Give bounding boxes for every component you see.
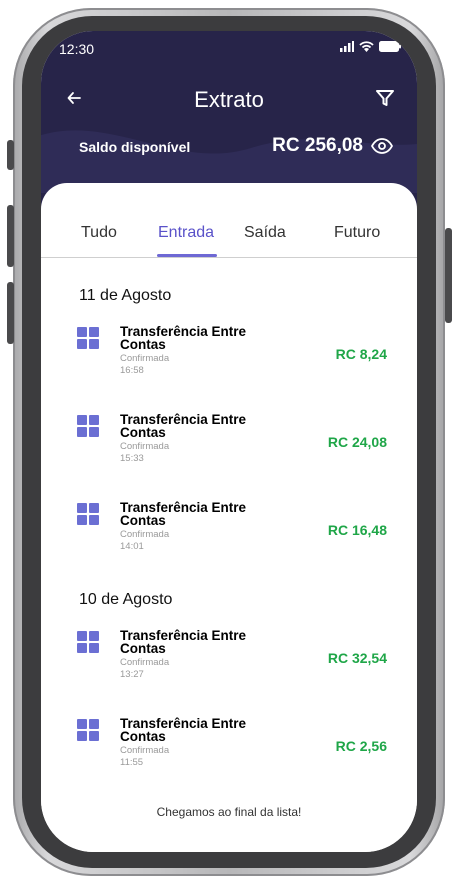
end-of-list-message: Chegamos ao final da lista! xyxy=(156,805,302,819)
transaction-status: Confirmada xyxy=(120,657,170,668)
filter-icon xyxy=(376,90,394,106)
side-button-power xyxy=(445,228,452,323)
side-button-mute xyxy=(7,140,14,170)
tab-saida[interactable]: Saída xyxy=(244,224,286,242)
transaction-title: Transferência Entre Contas xyxy=(120,628,247,656)
transaction-title: Transferência Entre Contas xyxy=(120,324,247,352)
transaction-amount: RC 32,54 xyxy=(327,650,387,666)
transfer-icon xyxy=(77,503,99,525)
side-button-volume-down xyxy=(7,282,14,344)
transaction-item[interactable]: Transferência Entre Contas Confirmada 14… xyxy=(77,501,387,561)
active-tab-indicator xyxy=(157,254,217,257)
transaction-title: Transferência Entre Contas xyxy=(120,500,247,528)
balance-label: Saldo disponível xyxy=(79,139,191,155)
signal-icon xyxy=(340,41,354,52)
transaction-amount: RC 8,24 xyxy=(335,346,387,362)
page-title: Extrato xyxy=(194,87,264,112)
app-screen: 12:30 Extrato Saldo disponível RC 256,08… xyxy=(41,31,417,852)
transfer-icon xyxy=(77,415,99,437)
transfer-icon xyxy=(77,719,99,741)
tab-tudo[interactable]: Tudo xyxy=(81,224,117,242)
transaction-time: 11:55 xyxy=(120,757,144,768)
eye-icon xyxy=(370,138,394,154)
transaction-item[interactable]: Transferência Entre Contas Confirmada 11… xyxy=(77,717,387,777)
tab-bar: Tudo Entrada Saída Futuro xyxy=(41,219,417,258)
transaction-status: Confirmada xyxy=(120,353,170,364)
date-header: 10 de Agosto xyxy=(79,591,173,608)
battery-icon xyxy=(379,41,401,52)
transaction-time: 13:27 xyxy=(120,669,144,680)
transaction-status: Confirmada xyxy=(120,529,170,540)
tab-futuro[interactable]: Futuro xyxy=(334,224,380,242)
date-header: 11 de Agosto xyxy=(79,287,172,304)
transaction-time: 15:33 xyxy=(120,453,144,464)
transaction-title: Transferência Entre Contas xyxy=(120,412,247,440)
tab-entrada[interactable]: Entrada xyxy=(158,224,214,242)
transaction-item[interactable]: Transferência Entre Contas Confirmada 15… xyxy=(77,413,387,473)
side-button-volume-up xyxy=(7,205,14,267)
balance-value: RC 256,08 xyxy=(272,135,363,156)
toggle-balance-button[interactable] xyxy=(370,138,394,159)
transaction-item[interactable]: Transferência Entre Contas Confirmada 16… xyxy=(77,325,387,385)
wifi-icon xyxy=(359,41,374,52)
transfer-icon xyxy=(77,631,99,653)
transaction-amount: RC 24,08 xyxy=(327,434,387,450)
transaction-status: Confirmada xyxy=(120,745,170,756)
status-icons xyxy=(340,41,401,52)
transaction-time: 14:01 xyxy=(120,541,144,552)
transaction-status: Confirmada xyxy=(120,441,170,452)
transaction-amount: RC 16,48 xyxy=(327,522,387,538)
transaction-item[interactable]: Transferência Entre Contas Confirmada 13… xyxy=(77,629,387,689)
status-time: 12:30 xyxy=(59,41,95,57)
transfer-icon xyxy=(77,327,99,349)
transaction-title: Transferência Entre Contas xyxy=(120,716,247,744)
transaction-time: 16:58 xyxy=(120,365,144,376)
transaction-amount: RC 2,56 xyxy=(335,738,387,754)
statement-sheet: Tudo Entrada Saída Futuro 11 de Agosto T… xyxy=(41,183,417,852)
filter-button[interactable] xyxy=(375,88,395,113)
